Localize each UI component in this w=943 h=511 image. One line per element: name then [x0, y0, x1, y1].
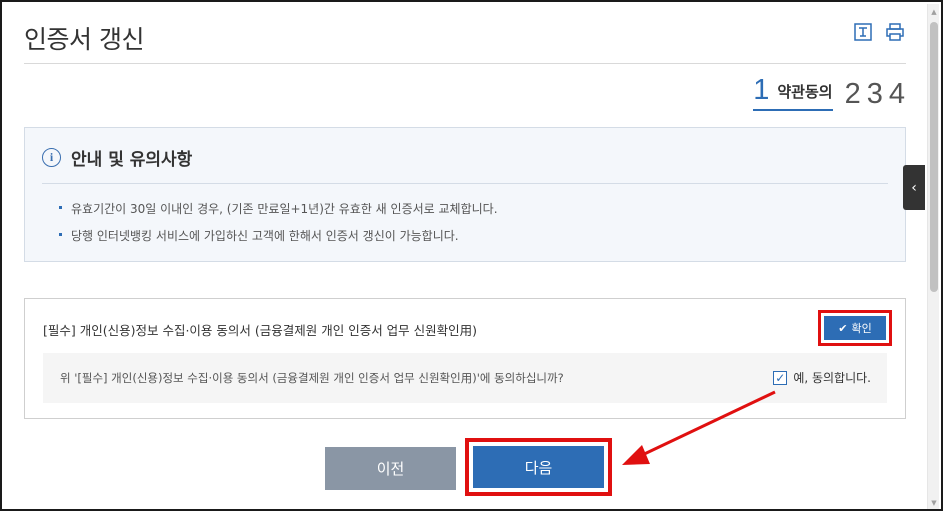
- step-4: 4: [888, 78, 905, 110]
- scrollbar[interactable]: ▲ ▼: [927, 4, 939, 509]
- confirm-button-label: 확인: [851, 322, 872, 335]
- step-indicator: 1 약관동의 2 3 4: [753, 73, 905, 111]
- notice-box: i 안내 및 유의사항 유효기간이 30일 이내인 경우, (기존 만료일+1년…: [24, 127, 906, 262]
- check-icon: ✔: [838, 321, 848, 335]
- consent-question: 위 '[필수] 개인(신용)정보 수집·이용 동의서 (금융결제원 개인 인증서…: [60, 371, 564, 385]
- text-size-icon[interactable]: [853, 22, 873, 42]
- notice-title: 안내 및 유의사항: [71, 150, 193, 170]
- confirm-button[interactable]: ✔ 확인: [824, 316, 886, 340]
- notice-divider: [42, 183, 888, 184]
- step-3: 3: [866, 78, 883, 110]
- step-2: 2: [844, 78, 861, 110]
- chevron-left-icon: ‹: [911, 179, 917, 196]
- scroll-thumb[interactable]: [930, 22, 938, 292]
- agree-label: 예, 동의합니다.: [793, 371, 871, 385]
- consent-question-row: 위 '[필수] 개인(신용)정보 수집·이용 동의서 (금융결제원 개인 인증서…: [43, 353, 887, 403]
- scroll-down-icon[interactable]: ▼: [929, 497, 939, 509]
- notice-item: 유효기간이 30일 이내인 경우, (기존 만료일+1년)간 유효한 새 인증서…: [59, 200, 498, 217]
- notice-list: 유효기간이 30일 이내인 경우, (기존 만료일+1년)간 유효한 새 인증서…: [59, 200, 498, 254]
- scroll-up-icon[interactable]: ▲: [929, 6, 939, 18]
- agree-option[interactable]: ✓ 예, 동의합니다.: [773, 369, 871, 386]
- notice-header: i 안내 및 유의사항: [42, 145, 192, 170]
- info-icon: i: [42, 148, 61, 167]
- consent-title: [필수] 개인(신용)정보 수집·이용 동의서 (금융결제원 개인 인증서 업무…: [43, 323, 478, 338]
- print-icon[interactable]: [885, 22, 905, 42]
- step-current-number: 1: [753, 74, 770, 106]
- next-highlight-box: 다음: [465, 438, 612, 496]
- toolbar: [853, 22, 905, 42]
- prev-button[interactable]: 이전: [325, 447, 456, 490]
- step-current: 1 약관동의: [753, 73, 833, 111]
- side-panel-toggle[interactable]: ‹: [903, 165, 925, 210]
- next-button[interactable]: 다음: [473, 446, 604, 488]
- step-current-label: 약관동의: [777, 83, 833, 101]
- certificate-renewal-window: 인증서 갱신 1 약관동의 2 3 4 i 안내 및 유의사항 유효기간이 30…: [0, 0, 943, 511]
- notice-item: 당행 인터넷뱅킹 서비스에 가입하신 고객에 한해서 인증서 갱신이 가능합니다…: [59, 227, 498, 244]
- page-title: 인증서 갱신: [24, 25, 144, 54]
- consent-section: [필수] 개인(신용)정보 수집·이용 동의서 (금융결제원 개인 인증서 업무…: [24, 298, 906, 419]
- agree-checkbox[interactable]: ✓: [773, 370, 788, 385]
- confirm-highlight-box: ✔ 확인: [818, 310, 892, 346]
- title-divider: [24, 63, 906, 64]
